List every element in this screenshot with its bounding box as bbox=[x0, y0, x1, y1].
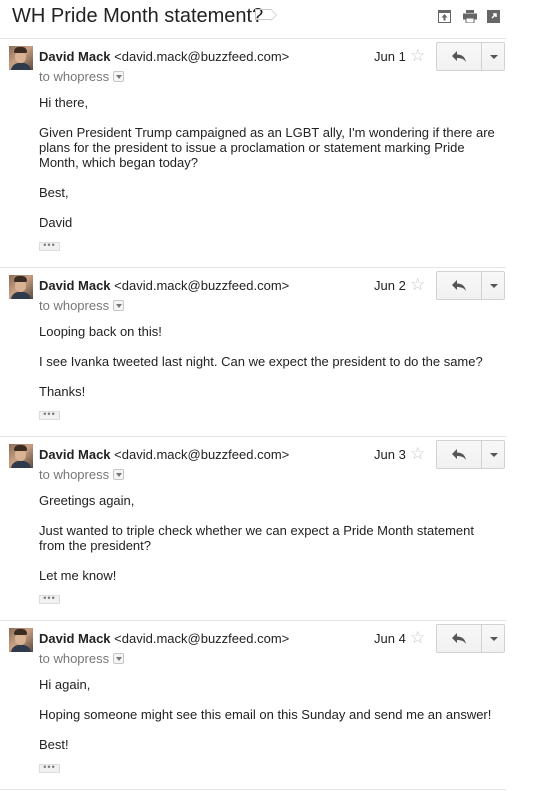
reply-button[interactable] bbox=[436, 271, 482, 300]
recipient[interactable]: to whopress bbox=[39, 467, 125, 482]
body-paragraph: Best, bbox=[39, 185, 69, 200]
reply-button[interactable] bbox=[436, 624, 482, 653]
message-body: Hi again, Hoping someone might see this … bbox=[39, 677, 499, 752]
more-options-button[interactable] bbox=[481, 440, 505, 469]
thread-header: WH Pride Month statement? bbox=[0, 0, 538, 34]
message-date: Jun 1 bbox=[374, 49, 406, 64]
body-paragraph: David bbox=[39, 215, 73, 230]
sender[interactable]: David Mack <david.mack@buzzfeed.com> bbox=[39, 447, 289, 462]
recipient[interactable]: to whopress bbox=[39, 651, 125, 666]
message-body: Looping back on this! I see Ivanka tweet… bbox=[39, 324, 499, 399]
body-paragraph: Let me know! bbox=[39, 568, 117, 583]
body-paragraph: Hoping someone might see this email on t… bbox=[39, 707, 492, 722]
message-date: Jun 2 bbox=[374, 278, 406, 293]
sender[interactable]: David Mack <david.mack@buzzfeed.com> bbox=[39, 49, 289, 64]
archive-icon[interactable] bbox=[438, 10, 451, 23]
recipient-details-dropdown-icon[interactable] bbox=[113, 300, 125, 311]
sender-name: David Mack bbox=[39, 631, 111, 646]
more-options-button[interactable] bbox=[481, 42, 505, 71]
reply-icon bbox=[452, 449, 466, 460]
show-trimmed-content-button[interactable]: ••• bbox=[39, 763, 60, 773]
message-divider bbox=[0, 436, 506, 437]
recipient-label: to whopress bbox=[39, 651, 110, 666]
star-icon[interactable]: ☆ bbox=[410, 445, 425, 462]
message-divider bbox=[0, 267, 506, 268]
avatar bbox=[9, 275, 33, 299]
sender-name: David Mack bbox=[39, 278, 111, 293]
sender[interactable]: David Mack <david.mack@buzzfeed.com> bbox=[39, 278, 289, 293]
recipient-details-dropdown-icon[interactable] bbox=[113, 653, 125, 664]
message-divider bbox=[0, 38, 506, 39]
reply-icon bbox=[452, 51, 466, 62]
reply-icon bbox=[452, 633, 466, 644]
message-divider bbox=[0, 789, 506, 790]
star-icon[interactable]: ☆ bbox=[410, 276, 425, 293]
show-trimmed-content-button[interactable]: ••• bbox=[39, 241, 60, 251]
sender-email: <david.mack@buzzfeed.com> bbox=[114, 447, 290, 462]
recipient[interactable]: to whopress bbox=[39, 69, 125, 84]
recipient-label: to whopress bbox=[39, 69, 110, 84]
recipient-label: to whopress bbox=[39, 298, 110, 313]
avatar bbox=[9, 628, 33, 652]
message-date: Jun 4 bbox=[374, 631, 406, 646]
reply-icon bbox=[452, 280, 466, 291]
star-icon[interactable]: ☆ bbox=[410, 47, 425, 64]
show-trimmed-content-button[interactable]: ••• bbox=[39, 594, 60, 604]
recipient-details-dropdown-icon[interactable] bbox=[113, 71, 125, 82]
more-options-button[interactable] bbox=[481, 624, 505, 653]
body-paragraph: Greetings again, bbox=[39, 493, 135, 508]
message-divider bbox=[0, 620, 506, 621]
sender[interactable]: David Mack <david.mack@buzzfeed.com> bbox=[39, 631, 289, 646]
message-body: Greetings again, Just wanted to triple c… bbox=[39, 493, 499, 583]
sender-email: <david.mack@buzzfeed.com> bbox=[114, 278, 290, 293]
body-paragraph: Hi again, bbox=[39, 677, 91, 692]
message-body: Hi there, Given President Trump campaign… bbox=[39, 95, 499, 230]
recipient[interactable]: to whopress bbox=[39, 298, 125, 313]
thread-subject: WH Pride Month statement? bbox=[12, 5, 264, 27]
message-date: Jun 3 bbox=[374, 447, 406, 462]
sender-name: David Mack bbox=[39, 447, 111, 462]
body-paragraph: Thanks! bbox=[39, 384, 86, 399]
more-options-button[interactable] bbox=[481, 271, 505, 300]
avatar bbox=[9, 444, 33, 468]
open-new-window-icon[interactable] bbox=[487, 10, 500, 23]
body-paragraph: Hi there, bbox=[39, 95, 89, 110]
star-icon[interactable]: ☆ bbox=[410, 629, 425, 646]
body-paragraph: Given President Trump campaigned as an L… bbox=[39, 125, 495, 170]
avatar bbox=[9, 46, 33, 70]
print-icon[interactable] bbox=[463, 10, 477, 23]
body-paragraph: Just wanted to triple check whether we c… bbox=[39, 523, 475, 553]
reply-button[interactable] bbox=[436, 440, 482, 469]
recipient-label: to whopress bbox=[39, 467, 110, 482]
body-paragraph: Best! bbox=[39, 737, 69, 752]
body-paragraph: Looping back on this! bbox=[39, 324, 162, 339]
sender-name: David Mack bbox=[39, 49, 111, 64]
sender-email: <david.mack@buzzfeed.com> bbox=[114, 49, 290, 64]
show-trimmed-content-button[interactable]: ••• bbox=[39, 410, 60, 420]
recipient-details-dropdown-icon[interactable] bbox=[113, 469, 125, 480]
body-paragraph: I see Ivanka tweeted last night. Can we … bbox=[39, 354, 483, 369]
label-tag-icon[interactable] bbox=[255, 9, 277, 21]
reply-button[interactable] bbox=[436, 42, 482, 71]
sender-email: <david.mack@buzzfeed.com> bbox=[114, 631, 290, 646]
